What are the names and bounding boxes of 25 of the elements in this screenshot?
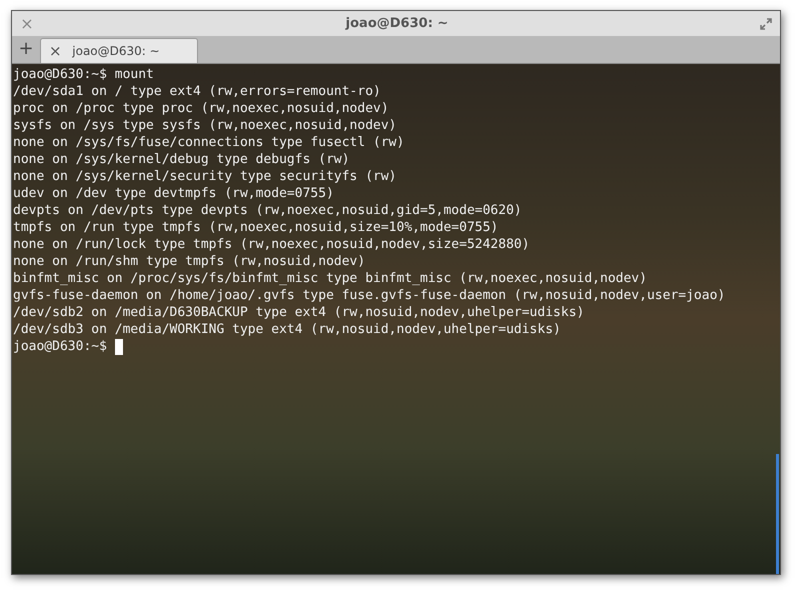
terminal-line: none on /run/shm type tmpfs (rw,nosuid,nodev) — [13, 253, 366, 270]
terminal-line: none on /run/lock type tmpfs (rw,noexec,nosuid,nodev,size=5242880) — [13, 236, 530, 253]
terminal-line: devpts on /dev/pts type devpts (rw,noexec,nosuid,gid=5,mode=0620) — [13, 202, 522, 219]
terminal-line: gvfs-fuse-daemon on /home/joao/.gvfs type fuse.gvfs-fuse-daemon (rw,nosuid,nodev,user=joao) — [13, 287, 726, 304]
terminal-prompt: joao@D630:~$ — [13, 338, 107, 355]
terminal-line: none on /sys/kernel/debug type debugfs (rw) — [13, 151, 350, 168]
tab[interactable]: × joao@D630: ~ — [40, 38, 198, 63]
terminal-line: /dev/sdb3 on /media/WORKING type ext4 (rw,nosuid,nodev,uhelper=udisks) — [13, 321, 561, 338]
terminal-line: /dev/sdb2 on /media/D630BACKUP type ext4 (rw,nosuid,nodev,uhelper=udisks) — [13, 304, 584, 321]
terminal-line: sysfs on /sys type sysfs (rw,noexec,nosuid,nodev) — [13, 117, 397, 134]
new-tab-button[interactable]: + — [12, 35, 40, 63]
terminal-line: proc on /proc type proc (rw,noexec,nosuid,nodev) — [13, 100, 389, 117]
tab-close-button[interactable]: × — [49, 40, 63, 62]
maximize-icon[interactable] — [760, 18, 772, 30]
scrollbar[interactable] — [776, 454, 779, 574]
text-cursor-icon — [114, 338, 123, 354]
terminal-line: tmpfs on /run type tmpfs (rw,noexec,nosuid,size=10%,mode=0755) — [13, 219, 498, 236]
terminal-line: none on /sys/fs/fuse/connections type fusectl (rw) — [13, 134, 404, 151]
terminal-line: /dev/sda1 on / type ext4 (rw,errors=remount-ro) — [13, 83, 381, 100]
terminal-line: binfmt_misc on /proc/sys/fs/binfmt_misc type binfmt_misc (rw,noexec,nosuid,nodev) — [13, 270, 647, 287]
tab-label: joao@D630: ~ — [71, 43, 161, 60]
terminal-line: udev on /dev type devtmpfs (rw,mode=0755) — [13, 185, 334, 202]
terminal-line: joao@D630:~$ mount — [13, 66, 154, 83]
terminal-line: none on /sys/kernel/security type securityfs (rw) — [13, 168, 397, 185]
window-title: joao@D630: ~ — [344, 14, 450, 33]
